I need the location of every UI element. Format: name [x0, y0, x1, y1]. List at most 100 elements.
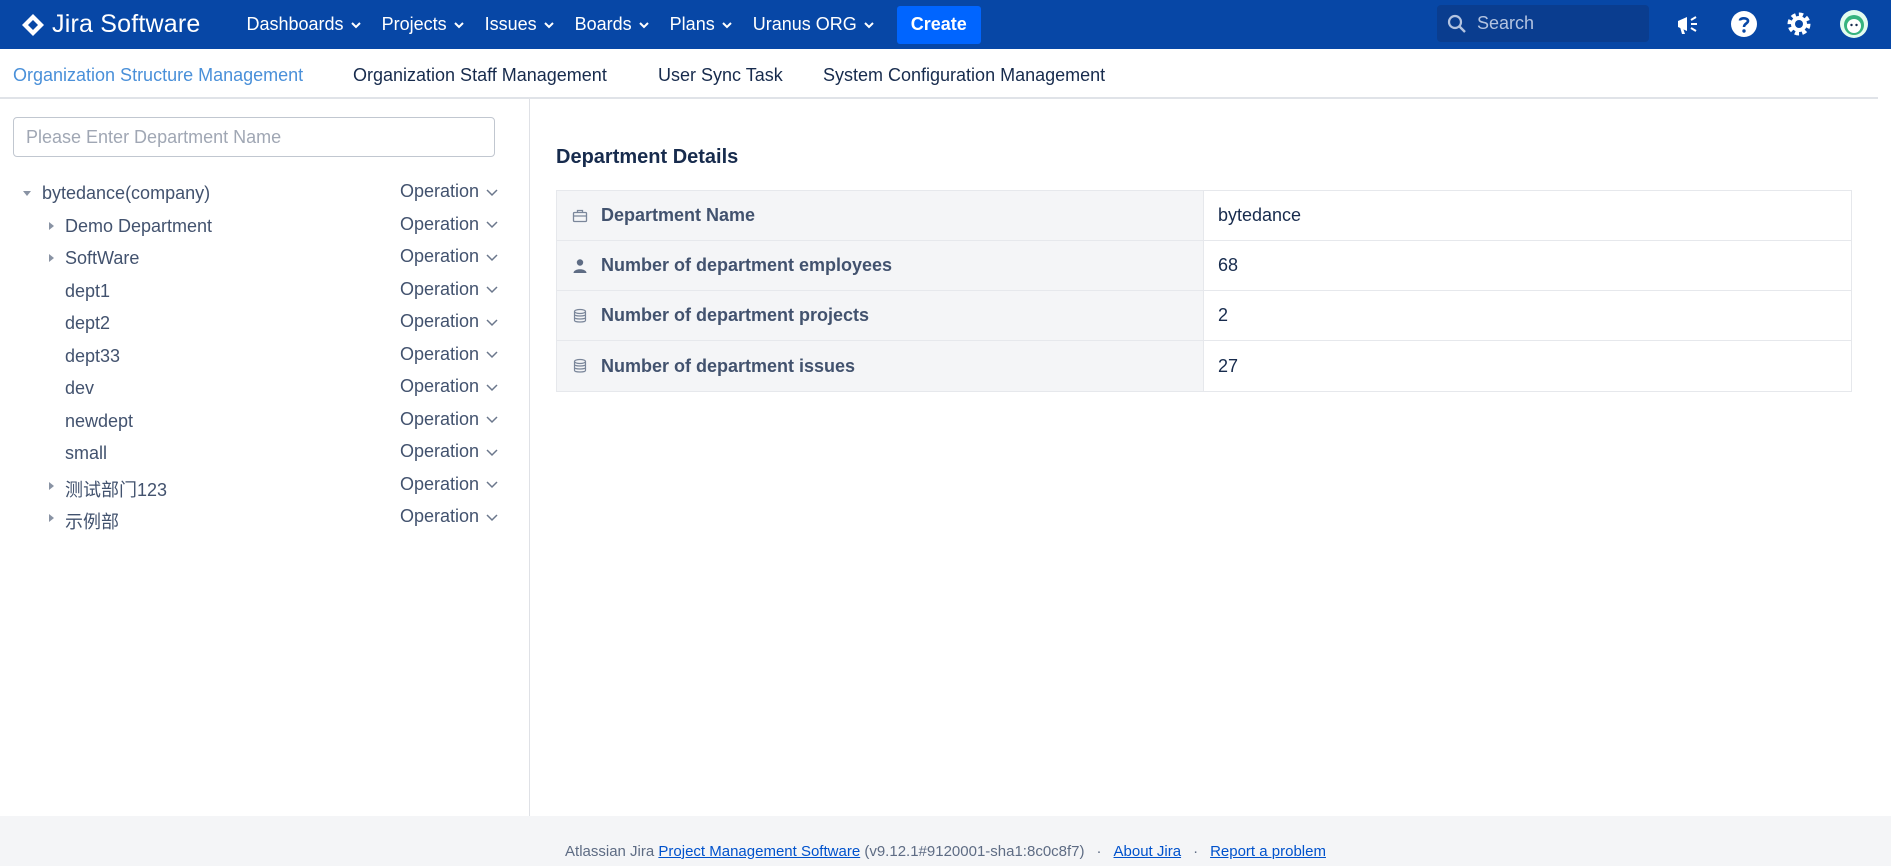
detail-label: Department Name: [601, 205, 756, 225]
tree-node[interactable]: small Operation: [0, 437, 520, 469]
search-input[interactable]: [1477, 13, 1637, 34]
operation-dropdown[interactable]: Operation: [400, 181, 499, 202]
management-tabs: Organization Structure Management Organi…: [0, 49, 1878, 99]
caret-right-icon[interactable]: [44, 511, 58, 525]
tree-node[interactable]: newdept Operation: [0, 405, 520, 437]
search-box[interactable]: [1437, 5, 1649, 42]
operation-dropdown[interactable]: Operation: [400, 279, 499, 300]
operation-dropdown[interactable]: Operation: [400, 246, 499, 267]
tab-system-configuration[interactable]: System Configuration Management: [823, 65, 1105, 86]
tab-organization-structure[interactable]: Organization Structure Management: [13, 65, 303, 86]
project-management-link[interactable]: Project Management Software: [658, 843, 860, 860]
detail-value: 27: [1218, 355, 1239, 376]
chevron-down-icon: [486, 318, 498, 326]
nav-label: Plans: [669, 14, 715, 34]
tree-node[interactable]: bytedance(company) Operation: [0, 177, 520, 209]
detail-row-department-name: Department Name bytedance: [557, 191, 1851, 241]
operation-dropdown[interactable]: Operation: [400, 506, 499, 527]
caret-right-icon[interactable]: [44, 479, 58, 493]
tree-node-label[interactable]: bytedance(company): [42, 183, 210, 204]
tree-node[interactable]: Demo Department Operation: [0, 210, 520, 242]
detail-label: Number of department employees: [601, 255, 893, 275]
operation-label: Operation: [400, 343, 480, 364]
operation-label: Operation: [400, 408, 480, 429]
chevron-down-icon: [486, 383, 498, 391]
nav-label: Projects: [381, 14, 447, 34]
tab-organization-staff[interactable]: Organization Staff Management: [353, 65, 607, 86]
nav-issues[interactable]: Issues: [475, 0, 565, 49]
nav-label: Boards: [574, 14, 632, 34]
footer-separator: ·: [1096, 842, 1102, 860]
operation-label: Operation: [400, 441, 480, 461]
nav-boards[interactable]: Boards: [565, 0, 660, 49]
tree-node[interactable]: SoftWare Operation: [0, 242, 520, 274]
chevron-down-icon: [864, 21, 874, 28]
tree-node-label[interactable]: dept33: [65, 346, 120, 367]
jira-logo[interactable]: Jira Software: [20, 0, 201, 49]
tree-node-label[interactable]: Demo Department: [65, 216, 212, 237]
caret-right-icon[interactable]: [44, 219, 58, 233]
chevron-down-icon: [486, 188, 498, 196]
tree-node-label[interactable]: dept2: [65, 313, 110, 334]
department-details-table: Department Name bytedance Number of depa…: [556, 190, 1852, 392]
operation-label: Operation: [400, 246, 480, 266]
tree-node-label[interactable]: SoftWare: [65, 248, 139, 269]
department-search-input[interactable]: [13, 117, 495, 157]
tree-node-label[interactable]: newdept: [65, 411, 133, 432]
avatar-icon: [1840, 10, 1868, 38]
gear-icon: [1787, 12, 1811, 36]
tree-node-label[interactable]: 示例部: [65, 508, 119, 534]
nav-label: Issues: [484, 14, 537, 34]
caret-right-icon[interactable]: [44, 251, 58, 265]
nav-projects[interactable]: Projects: [372, 0, 475, 49]
operation-dropdown[interactable]: Operation: [400, 409, 499, 430]
about-jira-link[interactable]: About Jira: [1114, 843, 1182, 860]
nav-plans[interactable]: Plans: [660, 0, 743, 49]
chevron-down-icon: [486, 513, 498, 521]
avatar[interactable]: [1838, 8, 1870, 40]
operation-dropdown[interactable]: Operation: [400, 441, 499, 462]
search-icon: [1447, 14, 1466, 33]
nav-dashboards[interactable]: Dashboards: [237, 0, 372, 49]
operation-label: Operation: [400, 213, 480, 234]
tree-node[interactable]: dev Operation: [0, 372, 520, 404]
operation-dropdown[interactable]: Operation: [400, 214, 499, 235]
caret-down-icon[interactable]: [20, 186, 34, 200]
megaphone-icon: [1678, 16, 1697, 34]
main-nav: Dashboards Projects Issues Boards Plans …: [237, 0, 981, 49]
operation-label: Operation: [400, 473, 480, 494]
nav-label: Dashboards: [246, 14, 344, 34]
tree-node-label[interactable]: small: [65, 443, 107, 464]
operation-label: Operation: [400, 506, 480, 526]
create-button[interactable]: Create: [896, 5, 981, 44]
notifications-icon[interactable]: [1672, 8, 1704, 40]
tree-node-label[interactable]: dept1: [65, 281, 110, 302]
footer-version: (v9.12.1#9120001-sha1:8c0c8f7): [864, 842, 1085, 860]
report-problem-link[interactable]: Report a problem: [1210, 843, 1326, 860]
operation-dropdown[interactable]: Operation: [400, 344, 499, 365]
chevron-down-icon: [486, 448, 498, 456]
operation-dropdown[interactable]: Operation: [400, 311, 499, 332]
tree-node[interactable]: dept2 Operation: [0, 307, 520, 339]
app-name: Jira Software: [52, 10, 201, 38]
operation-dropdown[interactable]: Operation: [400, 474, 499, 495]
tab-user-sync-task[interactable]: User Sync Task: [658, 65, 783, 86]
tree-node[interactable]: 示例部 Operation: [0, 502, 520, 534]
tree-node[interactable]: 测试部门123 Operation: [0, 470, 520, 502]
help-icon[interactable]: [1728, 8, 1760, 40]
nav-uranus-org[interactable]: Uranus ORG: [743, 0, 885, 49]
department-tree-panel: bytedance(company)OperationDemo Departme…: [0, 99, 530, 816]
chevron-down-icon: [486, 221, 498, 229]
operation-dropdown[interactable]: Operation: [400, 376, 499, 397]
chevron-down-icon: [721, 21, 732, 28]
tree-node[interactable]: dept1 Operation: [0, 275, 520, 307]
tree-node-label[interactable]: 测试部门123: [65, 476, 167, 502]
tree-node-label[interactable]: dev: [65, 378, 94, 399]
chevron-down-icon: [638, 21, 649, 28]
chevron-down-icon: [543, 21, 554, 28]
question-icon: [1731, 11, 1757, 37]
chevron-down-icon: [486, 416, 498, 424]
tree-node[interactable]: dept33 Operation: [0, 340, 520, 372]
settings-icon[interactable]: [1783, 8, 1815, 40]
detail-row-employees: Number of department employees 68: [557, 241, 1851, 291]
